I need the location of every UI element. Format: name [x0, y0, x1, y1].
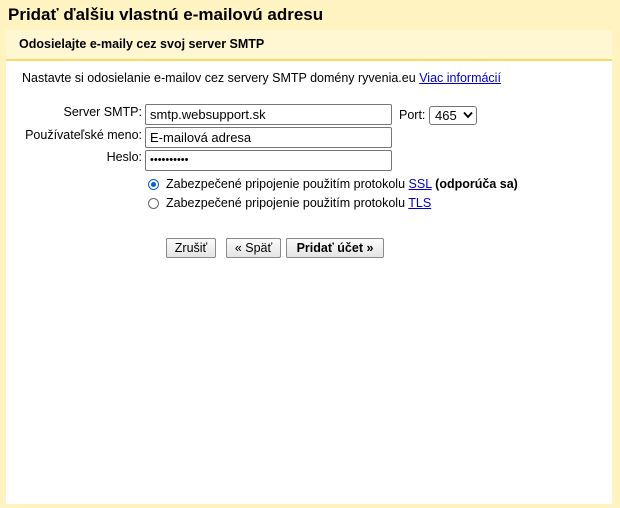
ssl-radio[interactable] — [148, 179, 159, 190]
username-label: Používateľské meno: — [25, 128, 142, 142]
password-label: Heslo: — [106, 150, 142, 164]
password-input[interactable]: •••••••••• — [145, 150, 392, 171]
cancel-button[interactable]: Zrušiť — [166, 238, 216, 258]
ssl-option-text: Zabezpečené pripojenie použitím protokol… — [166, 177, 409, 191]
add-account-button[interactable]: Pridať účet » — [286, 238, 384, 258]
tls-link[interactable]: TLS — [408, 196, 431, 210]
port-select[interactable]: 465 — [429, 106, 477, 125]
ssl-recommended-note: (odporúča sa) — [435, 177, 518, 191]
tls-radio[interactable] — [148, 198, 159, 209]
port-value: 465 — [435, 108, 457, 123]
username-input[interactable]: E-mailová adresa — [145, 127, 392, 148]
chevron-down-icon — [463, 111, 473, 119]
tls-option-label: Zabezpečené pripojenie použitím protokol… — [166, 196, 431, 210]
port-label: Port: — [399, 108, 426, 122]
intro-text: Nastavte si odosielanie e-mailov cez ser… — [22, 71, 501, 85]
smtp-server-label: Server SMTP: — [63, 105, 143, 119]
intro-description: Nastavte si odosielanie e-mailov cez ser… — [22, 71, 416, 85]
section-title: Odosielajte e-maily cez svoj server SMTP — [19, 37, 265, 51]
dialog-panel: Odosielajte e-maily cez svoj server SMTP… — [6, 30, 612, 504]
more-info-link[interactable]: Viac informácií — [419, 71, 501, 85]
dialog-title: Pridať ďalšiu vlastnú e-mailovú adresu — [8, 5, 324, 24]
section-header: Odosielajte e-maily cez svoj server SMTP — [6, 30, 612, 61]
ssl-link[interactable]: SSL — [409, 177, 432, 191]
ssl-option-label: Zabezpečené pripojenie použitím protokol… — [166, 177, 518, 191]
smtp-server-input[interactable]: smtp.websupport.sk — [145, 104, 392, 125]
back-button[interactable]: « Späť — [226, 238, 281, 258]
tls-option-text: Zabezpečené pripojenie použitím protokol… — [166, 196, 409, 210]
